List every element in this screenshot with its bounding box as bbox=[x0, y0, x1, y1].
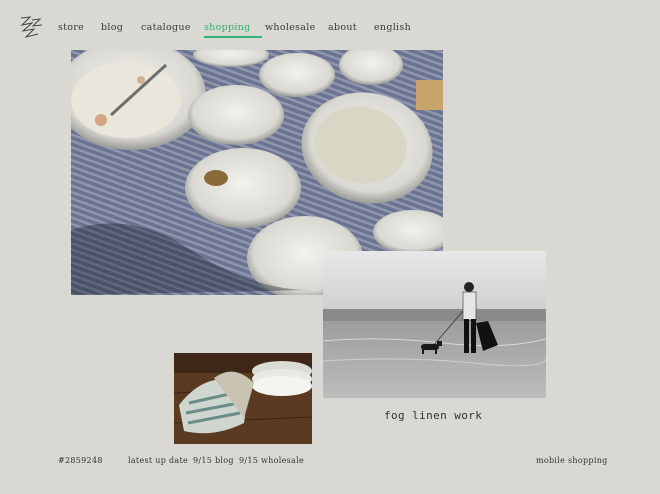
photo-linen[interactable] bbox=[174, 353, 312, 444]
footer-blog-link[interactable]: 9/15 blog bbox=[193, 456, 234, 465]
nav-wholesale[interactable]: wholesale bbox=[265, 22, 316, 33]
nav-active-underline bbox=[204, 36, 262, 38]
footer-wholesale-link[interactable]: 9/15 wholesale bbox=[239, 456, 304, 465]
mobile-shopping-link[interactable]: mobile shopping bbox=[536, 456, 608, 465]
logo-icon[interactable] bbox=[18, 14, 44, 40]
photo-beach[interactable] bbox=[323, 251, 546, 398]
nav-shopping[interactable]: shopping bbox=[204, 22, 251, 33]
nav-blog[interactable]: blog bbox=[101, 22, 123, 33]
nav-store[interactable]: store bbox=[58, 22, 84, 33]
latest-update-label: latest up date bbox=[128, 456, 188, 465]
visitor-counter: #2859248 bbox=[58, 456, 103, 465]
nav-about[interactable]: about bbox=[328, 22, 357, 33]
brand-caption: fog linen work bbox=[384, 409, 483, 422]
nav-catalogue[interactable]: catalogue bbox=[141, 22, 191, 33]
nav-english[interactable]: english bbox=[374, 22, 411, 33]
